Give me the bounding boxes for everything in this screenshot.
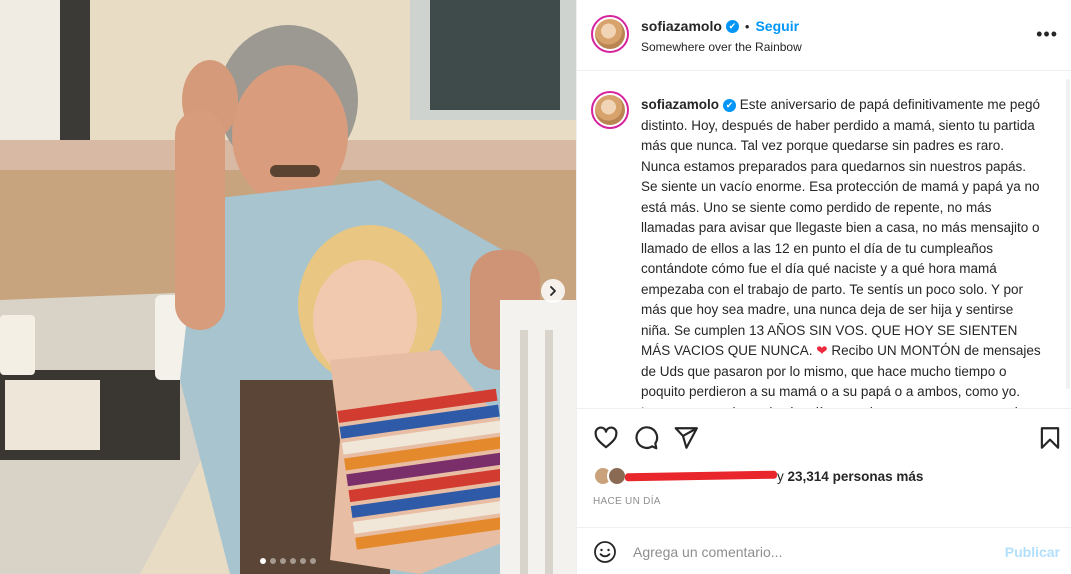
chevron-right-icon — [550, 286, 556, 296]
carousel-indicator — [0, 558, 576, 564]
post-details-panel: sofiazamolo ✔ • Seguir Somewhere over th… — [576, 0, 1071, 574]
location-link[interactable]: Somewhere over the Rainbow — [641, 40, 802, 54]
header-user-row: sofiazamolo ✔ • Seguir — [641, 18, 799, 34]
caption-username-wrap: sofiazamolo ✔ — [641, 95, 737, 116]
verified-icon: ✔ — [725, 19, 739, 33]
separator-dot: • — [744, 18, 750, 34]
comment-input[interactable] — [633, 542, 993, 562]
carousel-dot — [260, 558, 266, 564]
header-username[interactable]: sofiazamolo — [641, 18, 722, 34]
liker-avatars — [593, 466, 627, 486]
redaction-mark — [624, 470, 778, 482]
likes-text: y 23,314 personas más — [777, 469, 923, 484]
post-header: sofiazamolo ✔ • Seguir Somewhere over th… — [577, 0, 1071, 71]
carousel-dot — [290, 558, 296, 564]
follow-button[interactable]: Seguir — [755, 18, 799, 34]
caption-scrollbar[interactable] — [1066, 79, 1070, 389]
action-bar — [577, 408, 1071, 463]
photo-image — [0, 0, 576, 574]
caption-username[interactable]: sofiazamolo — [641, 95, 719, 116]
avatar[interactable] — [591, 15, 629, 53]
verified-icon: ✔ — [723, 98, 737, 112]
carousel-dot — [280, 558, 286, 564]
carousel-dot — [310, 558, 316, 564]
publish-button[interactable]: Publicar — [1005, 544, 1060, 560]
likes-suffix: personas más — [832, 468, 924, 484]
caption-section: sofiazamolo ✔ Este aniversario de papá de… — [577, 71, 1071, 408]
post-photo[interactable] — [0, 0, 576, 574]
caption-body-part1: Este aniversario de papá definitivamente… — [641, 97, 1040, 358]
carousel-dot — [270, 558, 276, 564]
likes-count: 23,314 — [787, 468, 829, 484]
carousel-next-button[interactable] — [541, 279, 565, 303]
caption-text: sofiazamolo ✔ Este aniversario de papá de… — [641, 95, 1041, 408]
comment-icon[interactable] — [633, 425, 659, 451]
carousel-dot — [300, 558, 306, 564]
caption-avatar[interactable] — [591, 91, 629, 129]
more-options-icon[interactable]: ••• — [1036, 25, 1058, 43]
comment-bar: Publicar — [577, 527, 1071, 574]
share-icon[interactable] — [673, 425, 699, 451]
heart-icon[interactable] — [593, 425, 619, 451]
heart-emoji: ❤ — [816, 343, 828, 358]
likes-prefix: y — [777, 468, 784, 484]
emoji-icon[interactable] — [593, 540, 617, 564]
post-timestamp[interactable]: HACE UN DÍA — [593, 496, 661, 507]
likes-summary[interactable]: y 23,314 personas más — [593, 463, 1063, 489]
bookmark-icon[interactable] — [1037, 425, 1063, 451]
